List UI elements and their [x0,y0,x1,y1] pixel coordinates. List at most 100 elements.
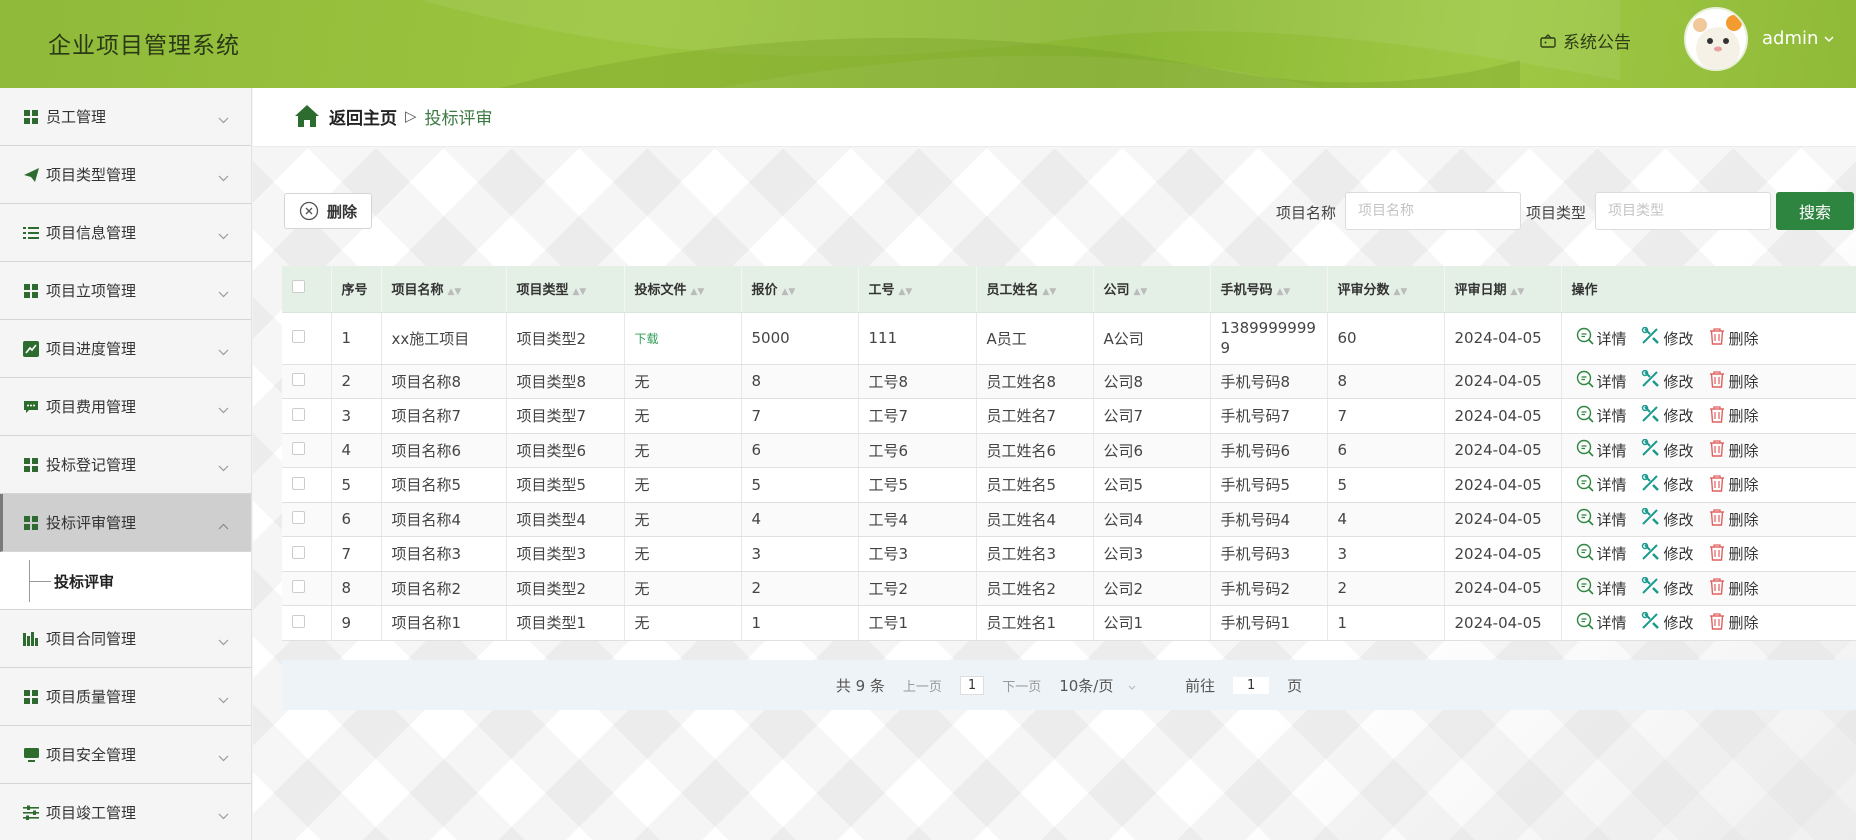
detail-label: 详情 [1596,545,1627,564]
project-type-input[interactable] [1595,192,1771,230]
cell-date: 2024-04-05 [1444,502,1562,537]
sidebar-item-6[interactable]: 投标登记管理 [0,436,251,494]
row-checkbox[interactable] [292,407,305,421]
column-header-label: 手机号码 [1220,283,1273,299]
top-header: 企业项目管理系统 系统公告 admin [0,0,1856,88]
system-notice-link[interactable]: 系统公告 [1540,28,1631,53]
sort-icon[interactable]: ▲▼ [691,287,705,297]
edit-button[interactable]: 修改 [1641,404,1694,427]
edit-button[interactable]: 修改 [1641,326,1694,349]
column-header-3[interactable]: 投标文件 ▲▼ [624,266,742,313]
column-header-4[interactable]: 报价 ▲▼ [741,266,859,313]
cell-type: 项目类型5 [506,467,625,503]
search-button[interactable]: 搜索 [1776,192,1854,230]
delete-button[interactable]: 删除 [1708,405,1759,427]
download-link[interactable]: 下载 [635,332,659,346]
column-header-5[interactable]: 工号 ▲▼ [858,266,977,313]
detail-button[interactable]: 详情 [1576,439,1627,461]
sidebar-item-3[interactable]: 项目立项管理 [0,262,251,320]
edit-button[interactable]: 修改 [1641,611,1694,634]
user-menu[interactable]: admin [1762,28,1834,49]
row-checkbox[interactable] [292,614,305,628]
column-header-8[interactable]: 手机号码 ▲▼ [1210,266,1328,313]
sort-icon[interactable]: ▲▼ [1134,287,1148,297]
sort-icon[interactable]: ▲▼ [573,287,587,297]
edit-button[interactable]: 修改 [1641,508,1694,530]
delete-button[interactable]: 删除 [1708,577,1759,599]
cell-text: 员工姓名2 [986,579,1057,598]
column-header-label: 项目名称 [391,283,444,299]
sort-icon[interactable]: ▲▼ [1043,287,1057,297]
delete-button[interactable]: 删除 [1708,543,1759,565]
edit-button[interactable]: 修改 [1641,577,1694,599]
sort-icon[interactable]: ▲▼ [782,287,796,297]
delete-button[interactable]: 删除 [1708,474,1759,496]
delete-button[interactable]: 删除 [1708,327,1759,349]
goto-page-input[interactable]: 1 [1233,676,1270,694]
detail-button[interactable]: 详情 [1576,543,1627,565]
sort-icon[interactable]: ▲▼ [1394,287,1408,297]
column-header-6[interactable]: 员工姓名 ▲▼ [976,266,1094,313]
sidebar-item-9[interactable]: 项目质量管理 [0,668,251,726]
row-checkbox[interactable] [292,373,305,387]
column-header-7[interactable]: 公司 ▲▼ [1093,266,1211,313]
row-checkbox[interactable] [292,511,305,525]
column-header-10[interactable]: 评审日期 ▲▼ [1444,266,1562,313]
cell-text: 员工姓名6 [986,441,1057,460]
project-name-input[interactable] [1345,192,1521,230]
sidebar-item-1[interactable]: 项目类型管理 [0,146,251,204]
submenu-item-review[interactable]: 投标评审 [0,552,251,610]
delete-button[interactable]: 删除 [1708,508,1759,530]
home-icon[interactable] [293,103,321,129]
sidebar-item-4[interactable]: 项目进度管理 [0,320,251,378]
cell-text: 5 [751,475,762,494]
edit-button[interactable]: 修改 [1641,473,1694,496]
sort-icon[interactable]: ▲▼ [1277,287,1291,297]
cell-actions: 详情 修改 删除 [1561,502,1856,537]
page-size-select[interactable]: 10条/页 [1059,675,1136,696]
grid-icon [22,456,40,474]
wrench-icon [1641,326,1661,349]
column-header-9[interactable]: 评审分数 ▲▼ [1327,266,1445,313]
sort-icon[interactable]: ▲▼ [448,287,462,297]
user-avatar[interactable] [1684,7,1748,71]
sidebar-item-11[interactable]: 项目竣工管理 [0,784,251,840]
edit-button[interactable]: 修改 [1641,439,1694,461]
detail-button[interactable]: 详情 [1576,327,1627,349]
prev-page-button[interactable]: 上一页 [903,676,942,695]
detail-button[interactable]: 详情 [1576,370,1627,392]
current-page[interactable]: 1 [959,675,985,695]
batch-delete-button[interactable]: 删除 [284,193,372,229]
detail-button[interactable]: 详情 [1576,577,1627,599]
sort-icon[interactable]: ▲▼ [1511,287,1525,297]
detail-button[interactable]: 详情 [1576,508,1627,530]
sidebar-item-7[interactable]: 投标评审管理 [0,494,251,552]
sidebar-item-10[interactable]: 项目安全管理 [0,726,251,784]
row-checkbox[interactable] [292,476,305,490]
column-header-1[interactable]: 项目名称 ▲▼ [381,266,507,313]
cell-no: 5 [331,467,382,503]
next-page-button[interactable]: 下一页 [1002,676,1041,695]
row-checkbox[interactable] [292,580,305,594]
detail-button[interactable]: 详情 [1576,612,1627,634]
sidebar-item-8[interactable]: 项目合同管理 [0,610,251,668]
column-header-2[interactable]: 项目类型 ▲▼ [506,266,625,313]
sidebar-item-0[interactable]: 员工管理 [0,88,251,146]
sidebar-item-2[interactable]: 项目信息管理 [0,204,251,262]
edit-button[interactable]: 修改 [1641,542,1694,565]
row-checkbox[interactable] [292,442,305,456]
delete-button[interactable]: 删除 [1708,612,1759,634]
delete-button[interactable]: 删除 [1708,370,1759,392]
cell-text: 无 [634,579,650,598]
delete-button[interactable]: 删除 [1708,439,1759,461]
breadcrumb-home-link[interactable]: 返回主页 [329,104,397,129]
sort-icon[interactable]: ▲▼ [899,287,913,297]
detail-button[interactable]: 详情 [1576,405,1627,427]
detail-button[interactable]: 详情 [1576,474,1627,496]
cell-text: 7 [1337,406,1348,425]
sidebar-item-5[interactable]: 项目费用管理 [0,378,251,436]
row-checkbox[interactable] [292,330,305,343]
select-all-checkbox[interactable] [292,280,305,294]
row-checkbox[interactable] [292,545,305,559]
edit-button[interactable]: 修改 [1641,370,1694,392]
